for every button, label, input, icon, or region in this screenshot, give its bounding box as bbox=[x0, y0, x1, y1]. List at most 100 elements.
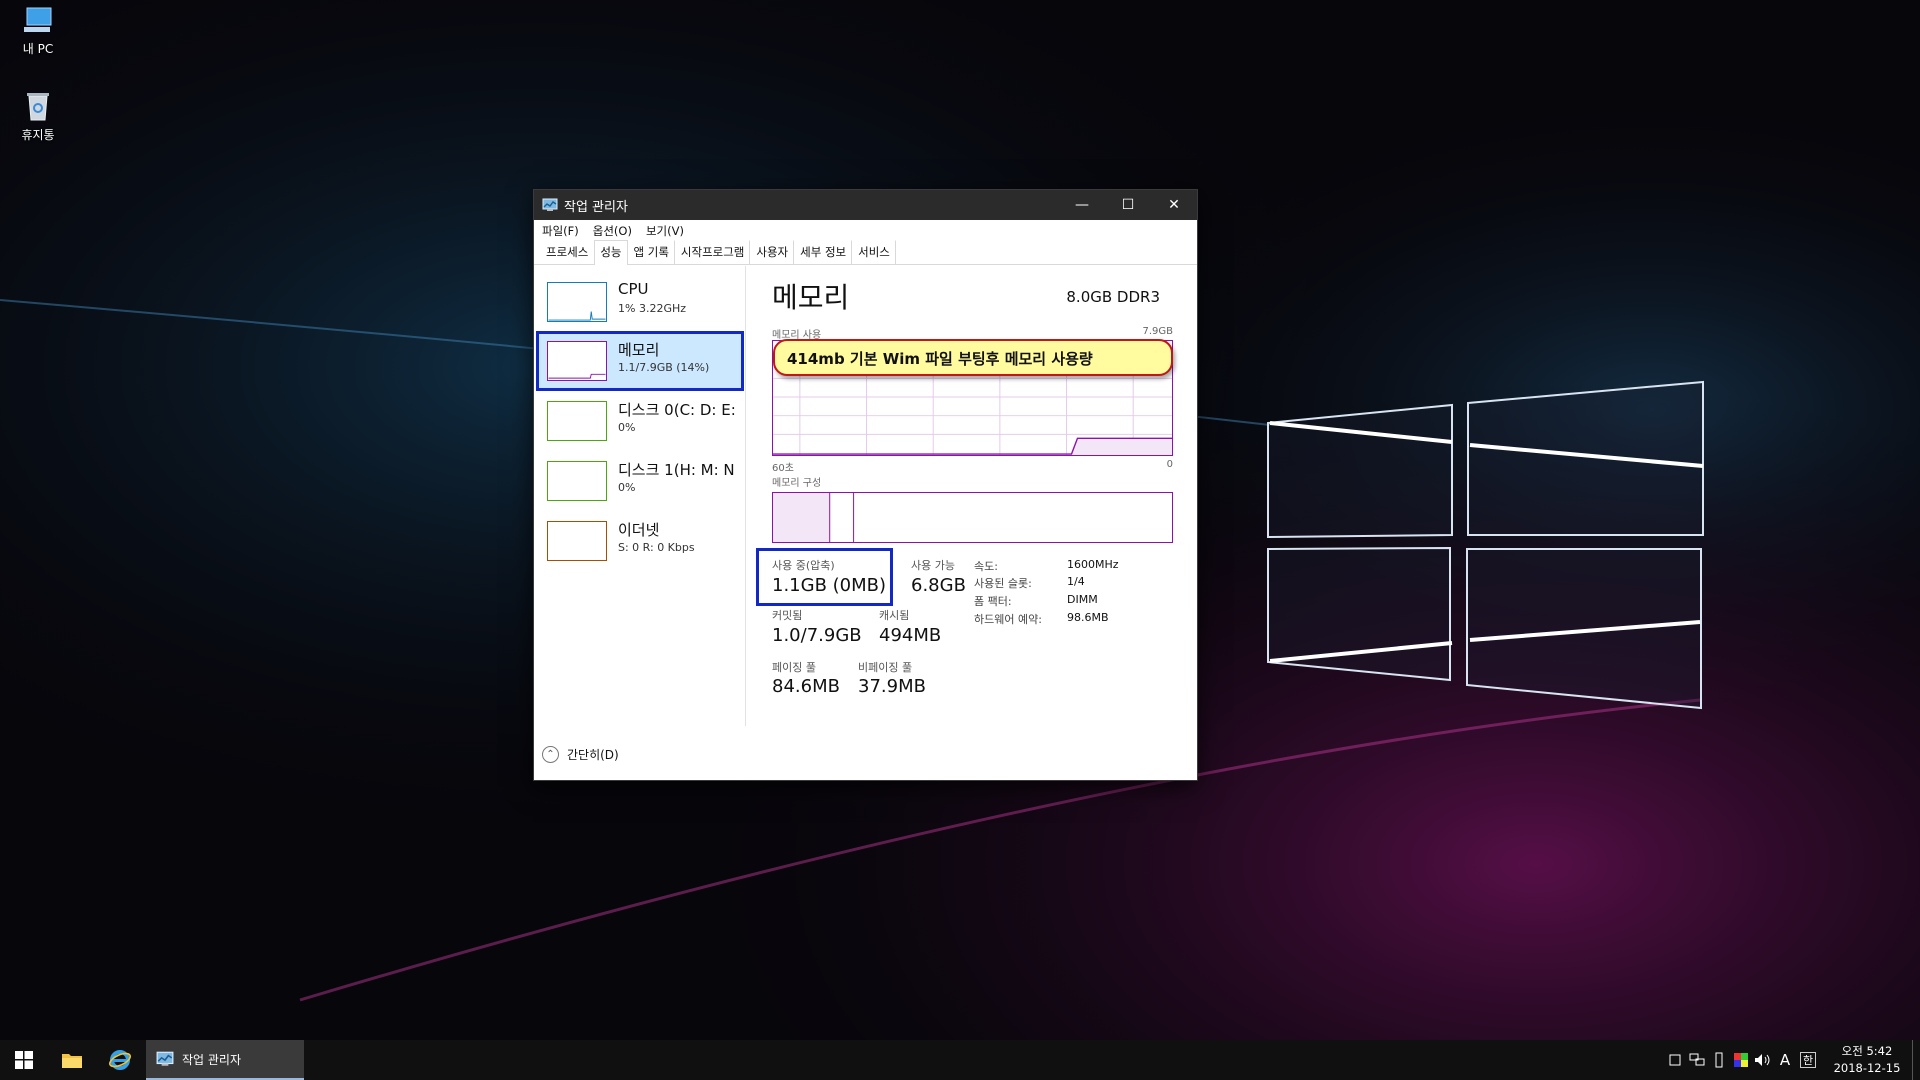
tab-app-history[interactable]: 앱 기록 bbox=[628, 240, 675, 264]
maximize-button[interactable]: ☐ bbox=[1105, 190, 1151, 220]
tray-window-icon[interactable] bbox=[1664, 1040, 1686, 1080]
speaker-icon bbox=[1755, 1054, 1770, 1066]
annotation-callout: 414mb 기본 Wim 파일 부팅후 메모리 사용량 bbox=[773, 339, 1173, 376]
task-manager-window: 작업 관리자 — ☐ ✕ 파일(F) 옵션(O) 보기(V) 프로세스 성능 앱… bbox=[533, 189, 1198, 781]
recycle-bin-icon bbox=[27, 93, 49, 121]
desktop-icon-label: 내 PC bbox=[22, 42, 54, 56]
close-button[interactable]: ✕ bbox=[1151, 190, 1197, 220]
graph-time-end: 0 bbox=[1166, 459, 1173, 470]
committed-label: 커밋됨 bbox=[772, 609, 803, 622]
tray-volume-icon[interactable] bbox=[1752, 1040, 1774, 1080]
network-icon bbox=[1689, 1053, 1705, 1066]
sidebar-item-value: 1% 3.22GHz bbox=[618, 302, 687, 315]
memory-spec: 8.0GB DDR3 bbox=[1066, 288, 1160, 306]
composition-label: 메모리 구성 bbox=[772, 478, 822, 489]
in-use-highlight-box bbox=[756, 548, 893, 606]
hardware-reserved-label: 하드웨어 예약: bbox=[974, 613, 1042, 626]
fewer-details-link[interactable]: ⌃ 간단히(D) bbox=[542, 746, 619, 763]
disk-0-thumbnail-graph bbox=[547, 401, 607, 441]
memory-composition-bar bbox=[772, 492, 1173, 543]
cpu-thumbnail-graph bbox=[547, 282, 607, 322]
paged-pool-label: 페이징 풀 bbox=[772, 661, 816, 674]
page-title: 메모리 bbox=[772, 281, 850, 314]
window-icon bbox=[1669, 1054, 1681, 1066]
sidebar-item-ethernet[interactable]: 이더넷 S: 0 R: 0 Kbps bbox=[538, 513, 742, 569]
menu-bar: 파일(F) 옵션(O) 보기(V) bbox=[534, 220, 1197, 241]
performance-panel: CPU 1% 3.22GHz 메모리 1.1/7.9GB (14%) 디스크 0… bbox=[534, 266, 1197, 746]
sidebar-item-value: S: 0 R: 0 Kbps bbox=[618, 541, 695, 554]
form-factor-label: 폼 팩터: bbox=[974, 595, 1012, 608]
menu-view[interactable]: 보기(V) bbox=[646, 223, 684, 239]
clock-time: 오전 5:42 bbox=[1841, 1044, 1893, 1058]
chevron-up-icon: ⌃ bbox=[542, 746, 559, 763]
show-desktop-button[interactable] bbox=[1912, 1040, 1920, 1080]
tray-ime-mode[interactable]: A bbox=[1774, 1040, 1796, 1080]
tray-network-icon[interactable] bbox=[1686, 1040, 1708, 1080]
cached-label: 캐시됨 bbox=[879, 609, 910, 622]
nonpaged-pool-label: 비페이징 풀 bbox=[858, 661, 913, 674]
resource-list: CPU 1% 3.22GHz 메모리 1.1/7.9GB (14%) 디스크 0… bbox=[534, 266, 746, 726]
color-palette-icon bbox=[1734, 1053, 1748, 1067]
sidebar-item-disk-0[interactable]: 디스크 0(C: D: E: 0% bbox=[538, 393, 742, 449]
file-explorer-button[interactable] bbox=[48, 1040, 96, 1080]
task-manager-app-icon bbox=[542, 198, 558, 211]
sidebar-item-label: 이더넷 bbox=[618, 521, 660, 539]
sidebar-item-memory[interactable]: 메모리 1.1/7.9GB (14%) bbox=[536, 331, 744, 391]
taskbar-clock[interactable]: 오전 5:42 2018-12-15 bbox=[1828, 1043, 1906, 1077]
memory-detail-pane: 메모리 8.0GB DDR3 메모리 사용 7.9GB 60초 0 메모리 구성 bbox=[770, 266, 1180, 736]
hardware-reserved-value: 98.6MB bbox=[1067, 611, 1109, 624]
internet-explorer-icon bbox=[109, 1050, 131, 1070]
menu-file[interactable]: 파일(F) bbox=[542, 223, 579, 239]
windows-logo-icon bbox=[15, 1051, 33, 1069]
tray-usb-icon[interactable] bbox=[1708, 1040, 1730, 1080]
sidebar-item-label: 디스크 0(C: D: E: bbox=[618, 401, 736, 419]
window-title: 작업 관리자 bbox=[564, 199, 628, 215]
disk-1-thumbnail-graph bbox=[547, 461, 607, 501]
tab-bar: 프로세스 성능 앱 기록 시작프로그램 사용자 세부 정보 서비스 bbox=[534, 240, 1197, 265]
sidebar-item-disk-1[interactable]: 디스크 1(H: M: N 0% bbox=[538, 453, 742, 509]
fewer-details-label: 간단히(D) bbox=[567, 748, 619, 762]
usage-graph-max: 7.9GB bbox=[1142, 326, 1173, 337]
system-tray: A 한 오전 5:42 2018-12-15 bbox=[1664, 1040, 1920, 1080]
tab-users[interactable]: 사용자 bbox=[750, 240, 795, 264]
sidebar-item-value: 1.1/7.9GB (14%) bbox=[618, 361, 710, 374]
cached-value: 494MB bbox=[879, 625, 942, 646]
desktop-icon-recycle-bin[interactable]: 휴지통 bbox=[0, 90, 76, 143]
tab-details[interactable]: 세부 정보 bbox=[794, 240, 853, 264]
tab-processes[interactable]: 프로세스 bbox=[540, 240, 594, 264]
sidebar-item-value: 0% bbox=[618, 421, 636, 434]
graph-time-start: 60초 bbox=[772, 463, 794, 474]
tray-color-icon[interactable] bbox=[1730, 1040, 1752, 1080]
tab-startup[interactable]: 시작프로그램 bbox=[675, 240, 751, 264]
form-factor-value: DIMM bbox=[1067, 593, 1098, 606]
usb-drive-icon bbox=[1715, 1052, 1723, 1068]
ethernet-thumbnail-graph bbox=[547, 521, 607, 561]
tray-ime-hangul[interactable]: 한 bbox=[1800, 1052, 1816, 1068]
desktop-icon-my-pc[interactable]: 내 PC bbox=[0, 6, 76, 57]
title-bar[interactable]: 작업 관리자 — ☐ ✕ bbox=[534, 190, 1197, 220]
slots-value: 1/4 bbox=[1067, 575, 1085, 588]
taskbar: 작업 관리자 A 한 오전 5:42 2018-12-15 bbox=[0, 1040, 1920, 1080]
paged-pool-value: 84.6MB bbox=[772, 676, 840, 697]
tab-services[interactable]: 서비스 bbox=[852, 240, 896, 264]
sidebar-item-cpu[interactable]: CPU 1% 3.22GHz bbox=[538, 274, 742, 330]
taskbar-app-label: 작업 관리자 bbox=[182, 1052, 242, 1067]
available-label: 사용 가능 bbox=[911, 559, 955, 572]
desktop-icon-label: 휴지통 bbox=[21, 128, 55, 142]
available-value: 6.8GB bbox=[911, 575, 966, 596]
computer-icon bbox=[24, 7, 52, 32]
start-button[interactable] bbox=[0, 1040, 48, 1080]
committed-value: 1.0/7.9GB bbox=[772, 625, 862, 646]
sidebar-item-label: 디스크 1(H: M: N bbox=[618, 461, 735, 479]
sidebar-item-value: 0% bbox=[618, 481, 636, 494]
internet-explorer-button[interactable] bbox=[96, 1040, 144, 1080]
tab-performance[interactable]: 성능 bbox=[594, 240, 628, 265]
speed-label: 속도: bbox=[974, 560, 998, 573]
nonpaged-pool-value: 37.9MB bbox=[858, 676, 926, 697]
menu-options[interactable]: 옵션(O) bbox=[593, 223, 632, 239]
sidebar-item-label: 메모리 bbox=[618, 341, 660, 359]
taskbar-task-manager-button[interactable]: 작업 관리자 bbox=[146, 1040, 304, 1080]
memory-thumbnail-graph bbox=[547, 341, 607, 381]
speed-value: 1600MHz bbox=[1067, 558, 1119, 571]
minimize-button[interactable]: — bbox=[1059, 190, 1105, 220]
